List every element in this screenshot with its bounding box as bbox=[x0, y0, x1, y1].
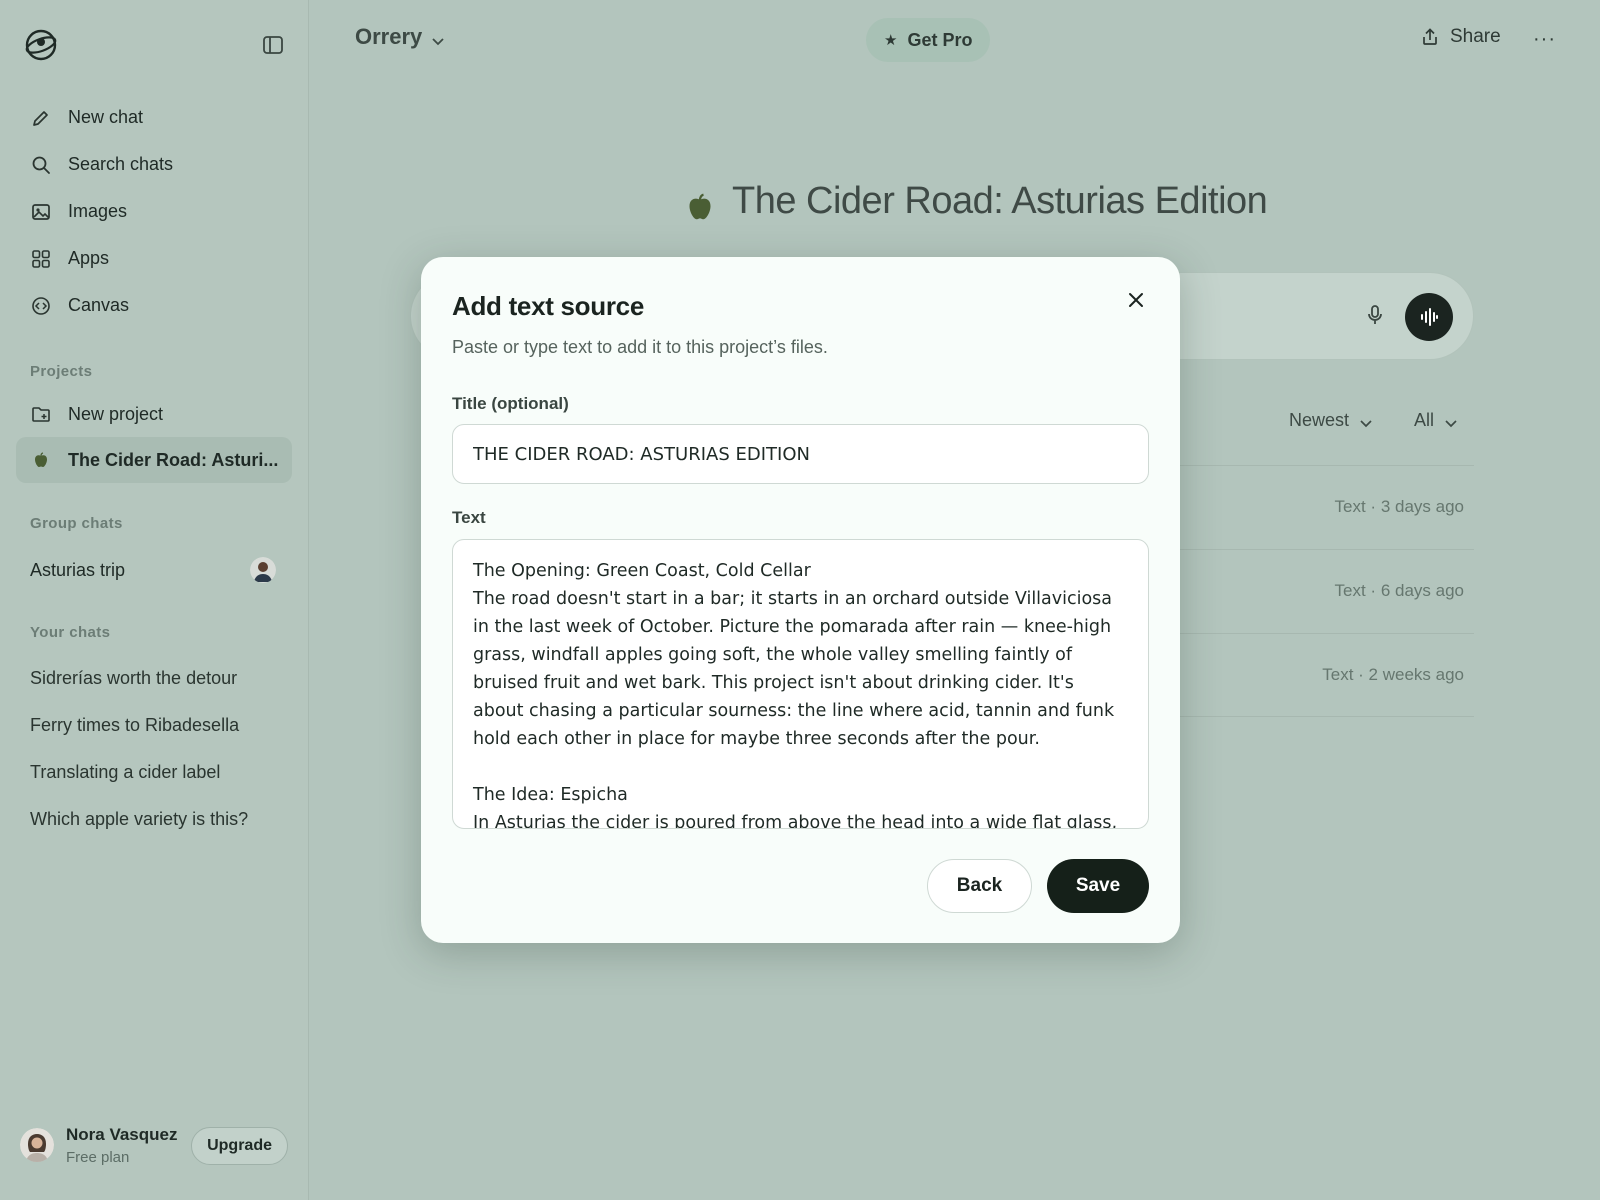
group-chat-item[interactable]: Asturias trip bbox=[16, 547, 292, 593]
image-icon bbox=[30, 201, 52, 223]
sidebar-item-label: Apps bbox=[68, 248, 110, 268]
sidebar-toggle-icon[interactable] bbox=[262, 34, 284, 56]
sidebar-item-label: Search chats bbox=[68, 154, 174, 174]
back-button[interactable]: Back bbox=[927, 859, 1032, 913]
sort-dropdown[interactable]: Newest bbox=[1289, 410, 1373, 431]
sidebar-item-new-chat[interactable]: New chat bbox=[16, 94, 292, 141]
title-field-label: Title (optional) bbox=[452, 394, 569, 413]
get-pro-label: Get Pro bbox=[907, 29, 973, 50]
chevron-down-icon bbox=[1444, 414, 1458, 428]
file-meta: Text · 3 days ago bbox=[1334, 497, 1464, 516]
sort-label: Newest bbox=[1289, 410, 1350, 430]
chevron-down-icon bbox=[1359, 414, 1373, 428]
sidebar-item-images[interactable]: Images bbox=[16, 188, 292, 235]
page-title: The Cider Road: Asturias Edition bbox=[686, 180, 1268, 223]
share-icon bbox=[1420, 27, 1440, 47]
more-options-icon[interactable]: ··· bbox=[1533, 28, 1561, 50]
user-profile[interactable]: Nora Vasquez Free plan Upgrade bbox=[20, 1122, 288, 1170]
canvas-icon bbox=[30, 295, 52, 317]
share-button[interactable]: Share bbox=[1420, 26, 1501, 48]
sidebar-item-apps[interactable]: Apps bbox=[16, 235, 292, 282]
project-label: The Cider Road: Asturi... bbox=[68, 449, 279, 470]
new-project-button[interactable]: New project bbox=[16, 391, 292, 437]
projects-list: New project The Cider Road: Asturi... bbox=[16, 391, 292, 483]
sidebar: New chat Search chats Images Apps Canvas… bbox=[0, 0, 309, 1200]
close-icon[interactable] bbox=[1125, 289, 1147, 311]
add-text-source-dialog: Add text source Paste or type text to ad… bbox=[421, 257, 1180, 943]
chat-item[interactable]: Which apple variety is this? bbox=[16, 796, 292, 843]
pencil-icon bbox=[30, 107, 52, 129]
search-icon bbox=[30, 154, 52, 176]
avatar bbox=[20, 1128, 54, 1162]
filter-dropdown[interactable]: All bbox=[1414, 410, 1458, 431]
file-meta: Text · 2 weeks ago bbox=[1322, 665, 1464, 684]
share-label: Share bbox=[1450, 26, 1501, 47]
sidebar-item-canvas[interactable]: Canvas bbox=[16, 282, 292, 329]
dialog-title: Add text source bbox=[452, 291, 644, 321]
project-title: The Cider Road: Asturias Edition bbox=[732, 180, 1268, 222]
sidebar-item-project-cider-road[interactable]: The Cider Road: Asturi... bbox=[16, 437, 292, 483]
sidebar-top bbox=[24, 26, 284, 66]
chat-item[interactable]: Translating a cider label bbox=[16, 749, 292, 796]
text-field-label: Text bbox=[452, 508, 486, 527]
group-chat-label: Asturias trip bbox=[30, 559, 126, 580]
dialog-subtitle: Paste or type text to add it to this pro… bbox=[452, 337, 828, 357]
get-pro-button[interactable]: ★ Get Pro bbox=[866, 18, 991, 62]
sidebar-nav: New chat Search chats Images Apps Canvas bbox=[16, 94, 292, 329]
sidebar-item-search-chats[interactable]: Search chats bbox=[16, 141, 292, 188]
chat-item[interactable]: Sidrerías worth the detour bbox=[16, 655, 292, 702]
sidebar-item-label: Canvas bbox=[68, 295, 130, 315]
your-chats-section-label: Your chats bbox=[30, 624, 111, 641]
model-selector[interactable]: Orrery bbox=[355, 24, 446, 50]
logo-icon[interactable] bbox=[24, 28, 58, 62]
chat-item[interactable]: Ferry times to Ribadesella bbox=[16, 702, 292, 749]
save-button[interactable]: Save bbox=[1047, 859, 1149, 913]
chevron-down-icon bbox=[430, 29, 446, 46]
user-name: Nora Vasquez bbox=[66, 1125, 178, 1144]
filter-label: All bbox=[1414, 410, 1435, 430]
chat-list: Sidrerías worth the detour Ferry times t… bbox=[16, 655, 292, 843]
upgrade-button[interactable]: Upgrade bbox=[191, 1127, 288, 1165]
sidebar-item-label: Images bbox=[68, 201, 128, 221]
model-name: Orrery bbox=[355, 24, 423, 49]
star-icon: ★ bbox=[884, 32, 898, 49]
projects-section-label: Projects bbox=[30, 363, 93, 380]
text-field[interactable]: The Opening: Green Coast, Cold Cellar Th… bbox=[452, 539, 1149, 829]
voice-mode-button[interactable] bbox=[1405, 293, 1453, 341]
group-avatar bbox=[250, 557, 276, 583]
sidebar-item-label: New chat bbox=[68, 107, 144, 127]
title-field[interactable] bbox=[452, 424, 1149, 484]
apple-icon bbox=[686, 188, 714, 219]
file-meta: Text · 6 days ago bbox=[1334, 581, 1464, 600]
apps-grid-icon bbox=[30, 248, 52, 270]
user-plan: Free plan bbox=[66, 1149, 130, 1166]
waveform-icon bbox=[1421, 308, 1438, 326]
project-label: New project bbox=[68, 403, 164, 424]
group-chats-section-label: Group chats bbox=[30, 515, 123, 532]
apple-icon bbox=[30, 449, 52, 471]
microphone-icon[interactable] bbox=[1363, 303, 1387, 327]
new-folder-icon bbox=[30, 403, 52, 425]
